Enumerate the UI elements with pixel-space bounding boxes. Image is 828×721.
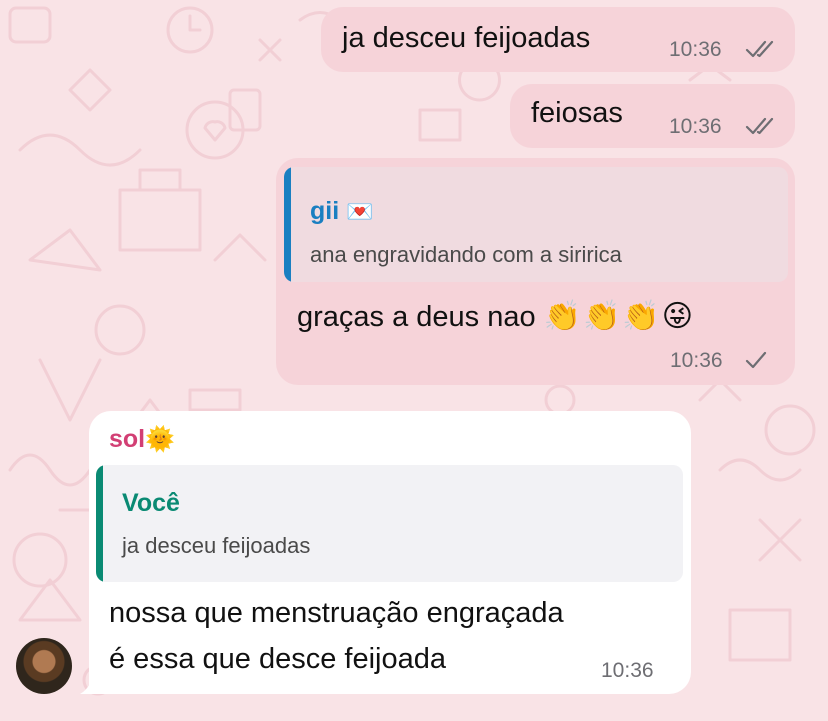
message-text: graças a deus nao 👏👏👏😜 — [297, 299, 695, 334]
message-time: 10:36 — [670, 349, 723, 372]
quoted-text: ja desceu feijoadas — [122, 533, 311, 558]
incoming-message-bubble[interactable]: sol🌞 Você ja desceu feijoadas nossa que … — [89, 411, 691, 694]
outgoing-message-bubble[interactable]: ja desceu feijoadas 10:36 — [321, 7, 795, 72]
message-text: feiosas — [531, 97, 623, 129]
sender-name[interactable]: sol🌞 — [109, 425, 175, 454]
love-letter-emoji: 💌 — [346, 199, 374, 224]
message-text-body: graças a deus nao — [297, 301, 536, 333]
quoted-message[interactable]: gii 💌 ana engravidando com a siririca — [284, 167, 788, 282]
sun-emoji: 🌞 — [145, 426, 176, 453]
message-time: 10:36 — [669, 38, 722, 61]
message-text-line: é essa que desce feijoada — [109, 643, 446, 675]
quoted-author: Você — [122, 489, 180, 517]
message-text: ja desceu feijoadas — [342, 22, 591, 54]
quoted-text: ana engravidando com a siririca — [310, 242, 622, 267]
clapping-hands-emoji: 👏👏👏😜 — [543, 300, 696, 333]
double-check-icon — [745, 117, 774, 135]
message-time: 10:36 — [669, 115, 722, 138]
sender-name-text: sol — [109, 425, 146, 453]
quoted-author: gii 💌 — [310, 197, 374, 226]
outgoing-message-bubble[interactable]: gii 💌 ana engravidando com a siririca gr… — [276, 158, 795, 385]
quote-bar — [96, 465, 103, 582]
message-text-line: nossa que menstruação engraçada — [109, 597, 564, 629]
message-time: 10:36 — [601, 659, 654, 682]
outgoing-message-bubble[interactable]: feiosas 10:36 — [510, 84, 795, 148]
double-check-icon — [745, 40, 774, 58]
avatar[interactable] — [16, 638, 72, 694]
quoted-message[interactable]: Você ja desceu feijoadas — [96, 465, 683, 582]
quoted-author-name: gii — [310, 197, 340, 225]
quote-bar — [284, 167, 291, 282]
single-check-icon — [745, 351, 767, 369]
